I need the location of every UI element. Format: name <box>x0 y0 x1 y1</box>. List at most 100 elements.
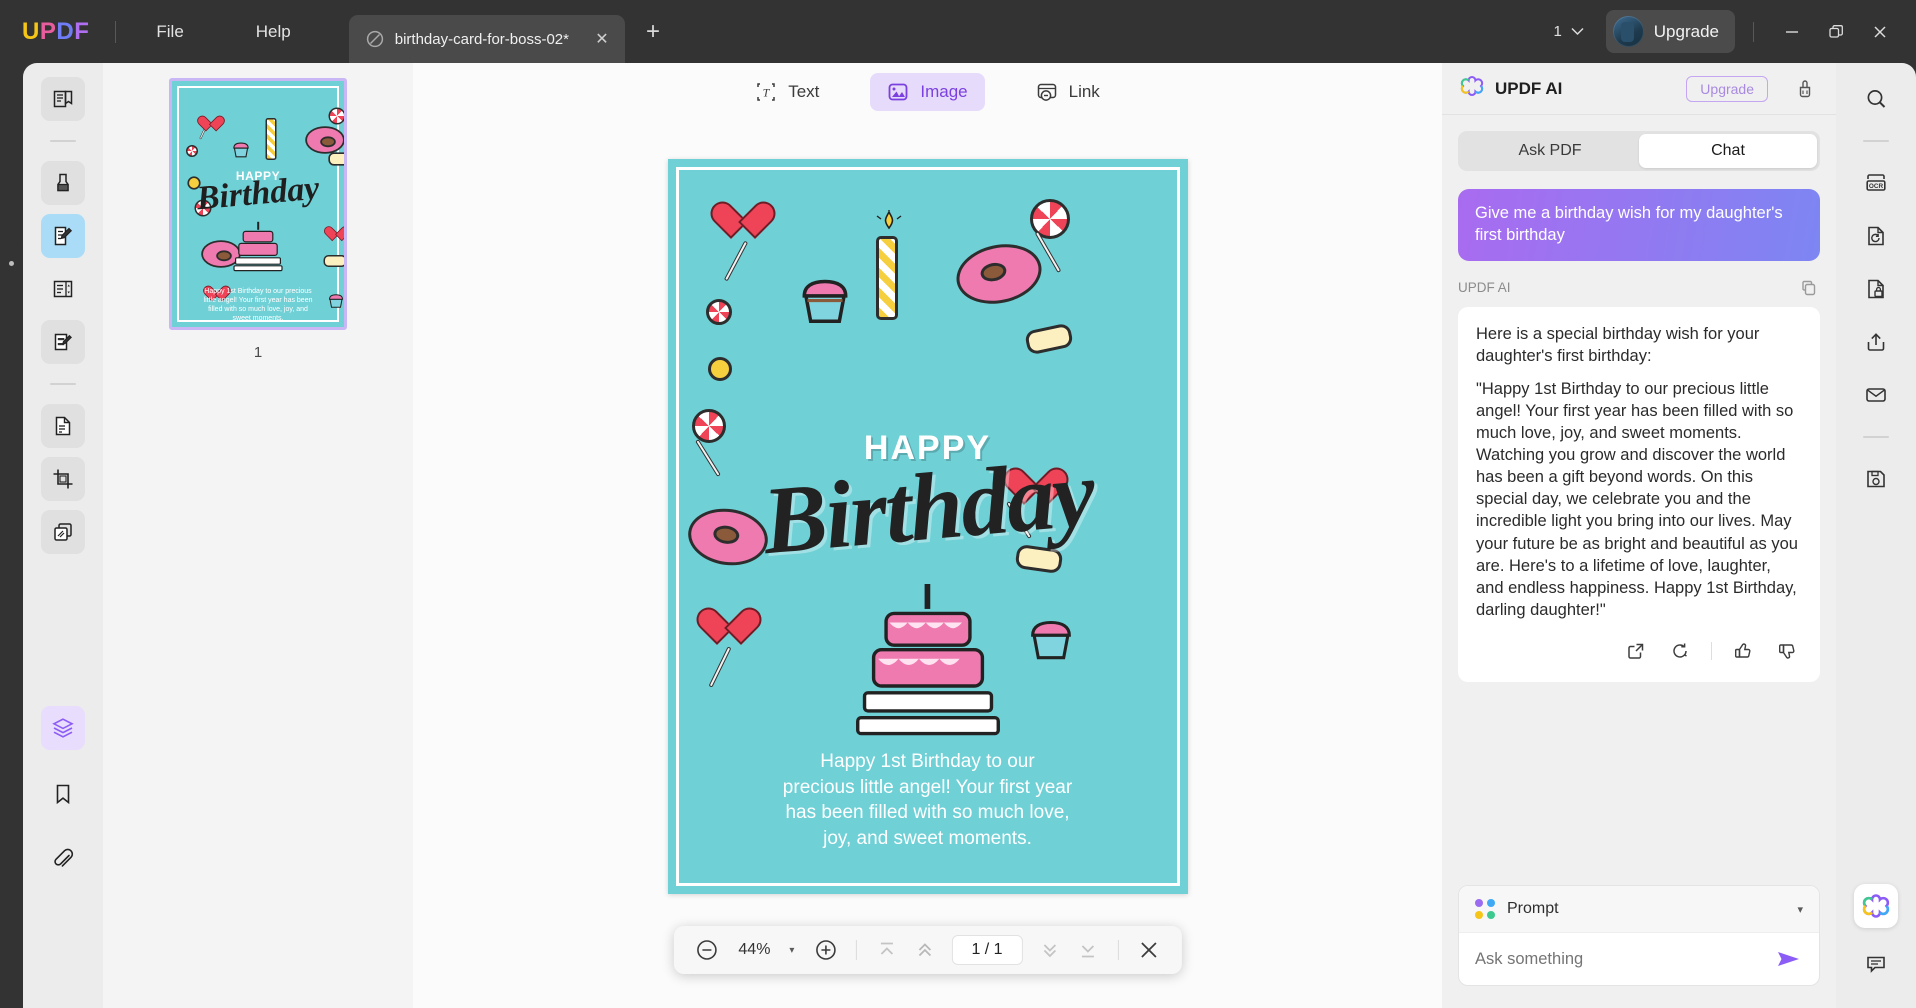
zoom-out-button[interactable] <box>689 933 723 967</box>
card-message: Happy 1st Birthday to our precious littl… <box>782 751 1073 849</box>
ask-input[interactable] <box>1475 949 1775 969</box>
zoom-level-value[interactable]: 44% <box>727 941 781 959</box>
title-divider <box>115 20 117 43</box>
sidebar-item-batch[interactable] <box>41 510 85 554</box>
thumbs-down-icon[interactable] <box>1774 638 1800 664</box>
link-tool-icon <box>1037 83 1056 101</box>
sidebar-item-convert[interactable] <box>41 404 85 448</box>
zoom-dropdown-caret[interactable]: ▾ <box>789 945 794 956</box>
email-button[interactable] <box>1854 373 1898 417</box>
app-logo: U P D F <box>22 18 89 46</box>
panel-collapse-handle[interactable] <box>0 243 22 283</box>
sidebar-item-crop[interactable] <box>41 457 85 501</box>
reader-icon <box>53 90 73 108</box>
prompt-composer: Prompt ▾ <box>1458 885 1820 986</box>
donut-2 <box>683 503 772 571</box>
sidebar-item-layers[interactable] <box>41 706 85 750</box>
avatar <box>1612 16 1644 47</box>
right-tool-rail: OCR <box>1836 63 1916 1008</box>
thumbnail-item[interactable]: HAPPY Birthday Happy 1st Birthday to our… <box>169 78 347 361</box>
close-window-button[interactable] <box>1858 12 1902 52</box>
paperclip-icon <box>54 848 74 867</box>
tab-ask-pdf[interactable]: Ask PDF <box>1461 134 1639 168</box>
document-scroll-area[interactable]: HAPPY Birthday Happy 1st Birthday to our… <box>413 121 1442 1008</box>
layers-icon <box>52 718 74 738</box>
ask-row <box>1459 933 1819 985</box>
updf-ai-launch-button[interactable] <box>1854 884 1898 928</box>
search-icon <box>1867 90 1886 108</box>
close-zoom-toolbar-button[interactable] <box>1132 933 1166 967</box>
image-tool-icon <box>888 83 908 101</box>
sidebar-item-fill-sign[interactable] <box>41 320 85 364</box>
minimize-icon <box>1786 30 1798 33</box>
assistant-action-divider <box>1711 641 1712 660</box>
window-page-count[interactable]: 1 <box>1553 23 1584 40</box>
updf-ai-icon <box>1862 894 1890 918</box>
thumb-candy-2 <box>323 255 344 267</box>
document-area: T Text Image Link HAPPY Birthday Happy 1… <box>413 63 1442 1008</box>
window-page-count-value: 1 <box>1553 23 1562 40</box>
sidebar-item-bookmarks[interactable] <box>41 772 85 816</box>
page-indicator[interactable]: 1 / 1 <box>951 935 1023 965</box>
title-bar-right: 1 Upgrade <box>1553 10 1916 53</box>
window-controls-divider <box>1753 21 1754 42</box>
share-button[interactable] <box>1854 320 1898 364</box>
thumbs-up-icon[interactable] <box>1730 638 1756 664</box>
left-rail-bottom-items <box>23 706 103 882</box>
regenerate-icon[interactable] <box>1667 638 1693 664</box>
page-thumbnail[interactable]: HAPPY Birthday Happy 1st Birthday to our… <box>169 78 347 330</box>
tab-image-tool[interactable]: Image <box>870 73 985 111</box>
protect-button[interactable] <box>1854 267 1898 311</box>
menu-help[interactable]: Help <box>242 16 305 48</box>
tab-text-tool[interactable]: T Text <box>738 73 836 111</box>
ocr-button[interactable]: OCR <box>1854 161 1898 205</box>
title-bar: U P D F File Help birthday-card-for-boss… <box>0 0 1916 63</box>
menu-file[interactable]: File <box>142 16 197 48</box>
pdf-page-canvas[interactable]: HAPPY Birthday Happy 1st Birthday to our… <box>667 159 1188 894</box>
ocr-icon: OCR <box>1866 174 1886 191</box>
sidebar-item-annotate[interactable] <box>41 161 85 205</box>
document-tab[interactable]: birthday-card-for-boss-02* ✕ <box>348 15 625 63</box>
copy-icon[interactable] <box>1798 277 1820 299</box>
send-icon[interactable] <box>1775 947 1803 971</box>
convert-button[interactable] <box>1854 214 1898 258</box>
edit-pdf-icon <box>54 226 73 246</box>
comment-button[interactable] <box>1854 942 1898 986</box>
left-rail-divider-2 <box>50 383 76 385</box>
tab-link-tool[interactable]: Link <box>1019 73 1117 111</box>
minimize-button[interactable] <box>1770 12 1814 52</box>
sidebar-item-reader[interactable] <box>41 77 85 121</box>
new-tab-button[interactable]: + <box>639 18 667 46</box>
tab-link-label: Link <box>1068 82 1100 101</box>
tab-chat[interactable]: Chat <box>1639 134 1817 168</box>
close-tab-button[interactable]: ✕ <box>591 28 613 50</box>
thumb-donut <box>305 126 344 154</box>
ai-mode-tabs: Ask PDF Chat <box>1458 131 1820 171</box>
first-page-button[interactable] <box>869 933 903 967</box>
svg-text:OCR: OCR <box>1869 183 1884 190</box>
next-page-button[interactable] <box>1033 933 1067 967</box>
open-external-icon[interactable] <box>1623 638 1649 664</box>
ai-upgrade-button[interactable]: Upgrade <box>1686 75 1768 102</box>
brush-icon[interactable] <box>1792 76 1818 102</box>
thumb-lolli-small <box>186 145 198 157</box>
save-as-button[interactable] <box>1854 457 1898 501</box>
sidebar-item-edit-pdf[interactable] <box>41 214 85 258</box>
prompt-selector[interactable]: Prompt ▾ <box>1459 886 1819 933</box>
last-page-button[interactable] <box>1071 933 1105 967</box>
heart-lollipop-3 <box>706 609 752 688</box>
search-button[interactable] <box>1854 77 1898 121</box>
chevron-down-icon[interactable]: ▾ <box>1797 903 1803 916</box>
batch-process-icon <box>54 523 72 541</box>
zoom-in-button[interactable] <box>808 933 842 967</box>
sidebar-item-attachments[interactable] <box>41 838 85 882</box>
last-page-icon <box>1081 945 1094 958</box>
maximize-button[interactable] <box>1814 12 1858 52</box>
sidebar-item-organize[interactable] <box>41 267 85 311</box>
prev-page-button[interactable] <box>907 933 941 967</box>
ai-panel-header: UPDF AI Upgrade <box>1442 63 1836 115</box>
assistant-label-row: UPDF AI <box>1458 277 1820 299</box>
cupcake-1 <box>790 264 860 339</box>
upgrade-button[interactable]: Upgrade <box>1605 10 1735 53</box>
edit-mode-bar: T Text Image Link <box>413 63 1442 121</box>
